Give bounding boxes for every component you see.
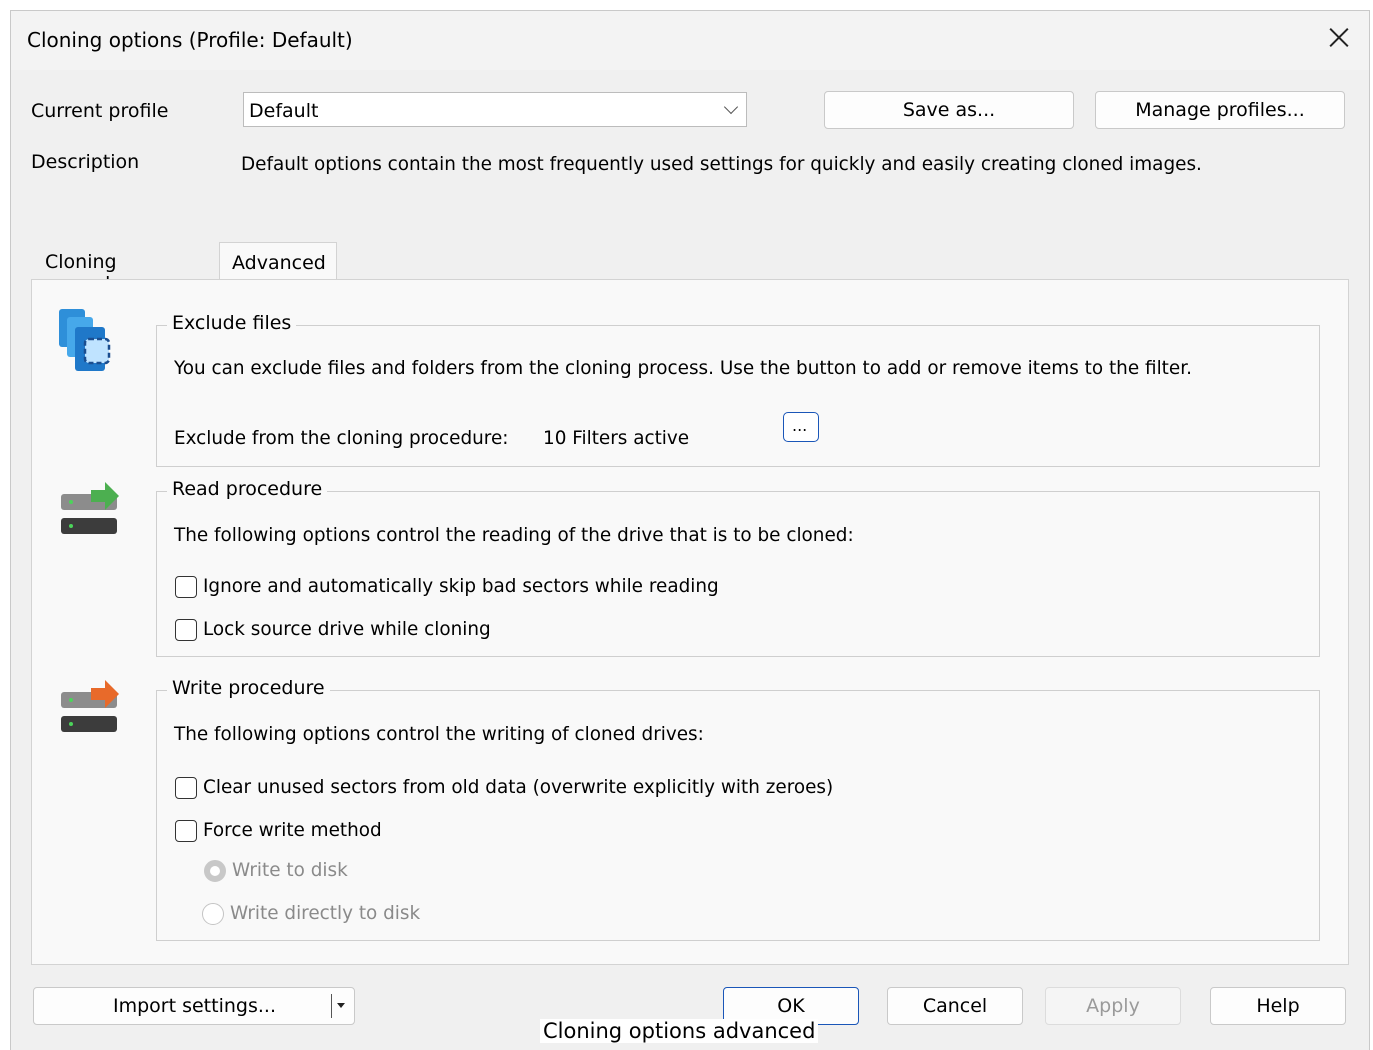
drive-write-icon xyxy=(61,680,119,732)
exclude-files-title: Exclude files xyxy=(167,312,297,334)
chevron-down-icon xyxy=(723,99,739,115)
read-procedure-title: Read procedure xyxy=(167,478,328,500)
manage-profiles-button[interactable]: Manage profiles... xyxy=(1095,91,1345,129)
ok-label: OK xyxy=(777,995,805,1017)
write-to-disk-label[interactable]: Write to disk xyxy=(232,860,348,881)
force-write-method-label[interactable]: Force write method xyxy=(203,820,382,841)
apply-button[interactable]: Apply xyxy=(1045,987,1181,1025)
import-settings-label: Import settings... xyxy=(113,995,276,1017)
clear-unused-sectors-checkbox[interactable] xyxy=(175,777,197,799)
description-text: Default options contain the most frequen… xyxy=(241,154,1202,175)
write-directly-label[interactable]: Write directly to disk xyxy=(230,903,420,924)
tab-advanced[interactable]: Advanced xyxy=(219,242,337,280)
clear-unused-sectors-label[interactable]: Clear unused sectors from old data (over… xyxy=(203,777,833,798)
profile-select[interactable]: Default xyxy=(243,92,747,127)
dropdown-arrow-icon[interactable] xyxy=(337,1003,345,1008)
figure-caption: Cloning options advanced xyxy=(540,1019,819,1043)
exclude-from-label: Exclude from the cloning procedure: xyxy=(174,428,509,449)
filters-status: 10 Filters active xyxy=(543,428,690,449)
save-as-button[interactable]: Save as... xyxy=(824,91,1074,129)
read-procedure-group: Read procedure The following options con… xyxy=(156,478,1320,657)
tab-cloning-procedure[interactable]: Cloning procedure xyxy=(31,242,219,295)
profile-select-value: Default xyxy=(249,100,319,122)
write-procedure-text: The following options control the writin… xyxy=(174,724,704,745)
read-procedure-text: The following options control the readin… xyxy=(174,525,854,546)
advanced-panel: Exclude files You can exclude files and … xyxy=(31,279,1349,965)
split-divider xyxy=(331,994,332,1018)
description-label: Description xyxy=(31,151,140,173)
browse-filters-label: ... xyxy=(792,416,808,435)
force-write-method-checkbox[interactable] xyxy=(175,820,197,842)
help-button[interactable]: Help xyxy=(1210,987,1346,1025)
exclude-files-text: You can exclude files and folders from t… xyxy=(174,358,1192,379)
manage-profiles-label: Manage profiles... xyxy=(1135,99,1305,121)
ignore-bad-sectors-label[interactable]: Ignore and automatically skip bad sector… xyxy=(203,576,719,597)
ignore-bad-sectors-checkbox[interactable] xyxy=(175,576,197,598)
import-settings-button[interactable]: Import settings... xyxy=(33,987,355,1025)
current-profile-label: Current profile xyxy=(31,100,169,122)
lock-source-checkbox[interactable] xyxy=(175,619,197,641)
write-directly-radio[interactable] xyxy=(202,903,224,925)
cancel-label: Cancel xyxy=(922,995,988,1017)
close-icon[interactable] xyxy=(1327,25,1351,49)
save-as-label: Save as... xyxy=(902,99,996,121)
dialog-title: Cloning options (Profile: Default) xyxy=(27,28,353,52)
title-bar: Cloning options (Profile: Default) xyxy=(11,11,1369,70)
lock-source-label[interactable]: Lock source drive while cloning xyxy=(203,619,491,640)
apply-label: Apply xyxy=(1086,995,1140,1017)
drive-read-icon xyxy=(61,482,119,534)
files-filter-icon xyxy=(59,309,111,371)
exclude-files-group: Exclude files You can exclude files and … xyxy=(156,312,1320,467)
tab-advanced-label: Advanced xyxy=(232,252,326,274)
write-procedure-title: Write procedure xyxy=(167,677,330,699)
browse-filters-button[interactable]: ... xyxy=(783,412,819,442)
cloning-options-dialog: Cloning options (Profile: Default) Curre… xyxy=(10,10,1370,1050)
write-to-disk-radio[interactable] xyxy=(204,860,226,882)
cancel-button[interactable]: Cancel xyxy=(887,987,1023,1025)
write-procedure-group: Write procedure The following options co… xyxy=(156,677,1320,941)
help-label: Help xyxy=(1256,995,1300,1017)
